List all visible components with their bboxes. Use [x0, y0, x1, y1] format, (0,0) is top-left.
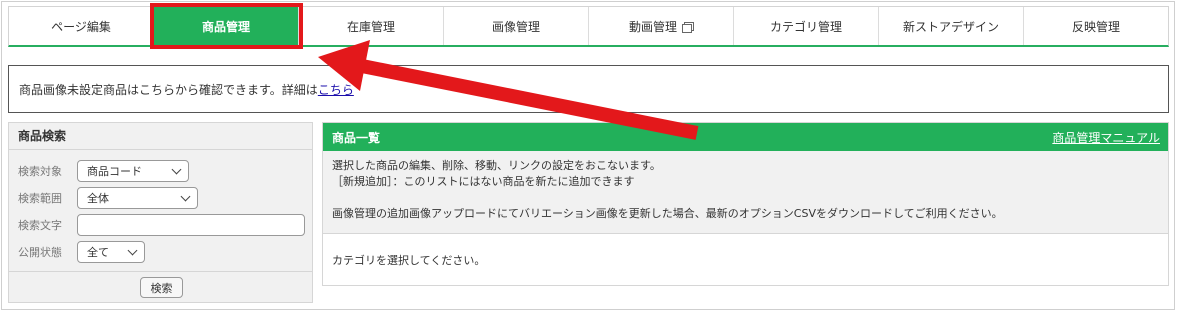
- search-target-value: 商品コード: [87, 165, 142, 178]
- search-panel-title: 商品検索: [9, 123, 312, 150]
- tab-label: カテゴリ管理: [769, 19, 842, 34]
- search-range-label: 検索範囲: [18, 192, 62, 205]
- description-line: 画像管理の追加画像アップロードにてバリエーション画像を更新した場合、最新のオプシ…: [332, 207, 1003, 220]
- tab-label: 画像管理: [491, 19, 540, 34]
- product-list-title: 商品一覧: [332, 130, 381, 145]
- search-footer-divider: [9, 271, 312, 272]
- tab-page-edit[interactable]: ページ編集: [9, 7, 154, 45]
- chevron-down-icon: [180, 191, 191, 202]
- search-target-label: 検索対象: [18, 165, 62, 178]
- search-range-row: 検索範囲 全体: [18, 187, 198, 209]
- tab-label: 反映管理: [1071, 19, 1120, 34]
- publish-status-select[interactable]: 全て: [77, 241, 145, 263]
- main-tab-bar: ページ編集 商品管理 在庫管理 画像管理 動画管理 カテゴリ管理 新ストアデザイ…: [8, 6, 1169, 47]
- notice-text: 商品画像未設定商品はこちらから確認できます。詳細は: [19, 82, 318, 97]
- notice-details-link[interactable]: こちら: [318, 81, 354, 98]
- search-range-value: 全体: [87, 192, 109, 205]
- product-list-description: 選択した商品の編集、削除、移動、リンクの設定をおこないます。 ［新規追加］：この…: [323, 151, 1168, 234]
- tab-category-management[interactable]: カテゴリ管理: [734, 7, 879, 45]
- tab-inventory-management[interactable]: 在庫管理: [299, 7, 444, 45]
- external-window-icon: [682, 21, 694, 33]
- tab-product-management[interactable]: 商品管理: [154, 7, 299, 45]
- product-list-body: カテゴリを選択してください。: [323, 234, 1168, 285]
- search-target-row: 検索対象 商品コード: [18, 160, 189, 182]
- publish-status-value: 全て: [87, 246, 109, 259]
- product-list-panel: 商品一覧 商品管理マニュアル 選択した商品の編集、削除、移動、リンクの設定をおこ…: [322, 122, 1169, 286]
- tab-label: 動画管理: [628, 19, 677, 34]
- publish-status-label: 公開状態: [18, 246, 62, 259]
- tab-label: 在庫管理: [346, 19, 395, 34]
- chevron-down-icon: [171, 164, 182, 175]
- search-target-select[interactable]: 商品コード: [77, 160, 189, 182]
- publish-status-row: 公開状態 全て: [18, 241, 145, 263]
- tab-image-management[interactable]: 画像管理: [444, 7, 589, 45]
- tab-new-store-design[interactable]: 新ストアデザイン: [879, 7, 1024, 45]
- product-search-panel: 商品検索 検索対象 商品コード 検索範囲 全体 検索文字 公開状態 全て 検索: [8, 122, 313, 303]
- search-text-label: 検索文字: [18, 219, 62, 232]
- search-button[interactable]: 検索: [140, 277, 183, 298]
- product-manual-link[interactable]: 商品管理マニュアル: [1052, 129, 1160, 146]
- tab-video-management[interactable]: 動画管理: [589, 7, 734, 45]
- tab-label: 商品管理: [201, 19, 250, 34]
- search-text-row: 検索文字: [18, 214, 305, 236]
- notice-box: 商品画像未設定商品はこちらから確認できます。詳細は こちら: [8, 65, 1169, 113]
- select-category-message: カテゴリを選択してください。: [332, 253, 486, 267]
- search-range-select[interactable]: 全体: [77, 187, 198, 209]
- tab-label: 新ストアデザイン: [902, 19, 999, 34]
- search-text-input[interactable]: [77, 214, 305, 236]
- product-list-header: 商品一覧 商品管理マニュアル: [323, 123, 1168, 151]
- description-line: 選択した商品の編集、削除、移動、リンクの設定をおこないます。: [332, 159, 661, 172]
- tab-publish-management[interactable]: 反映管理: [1024, 7, 1168, 45]
- tab-label: ページ編集: [51, 19, 111, 34]
- chevron-down-icon: [127, 245, 138, 256]
- description-line: ［新規追加］：このリストにはない商品を新たに追加できます: [332, 175, 635, 188]
